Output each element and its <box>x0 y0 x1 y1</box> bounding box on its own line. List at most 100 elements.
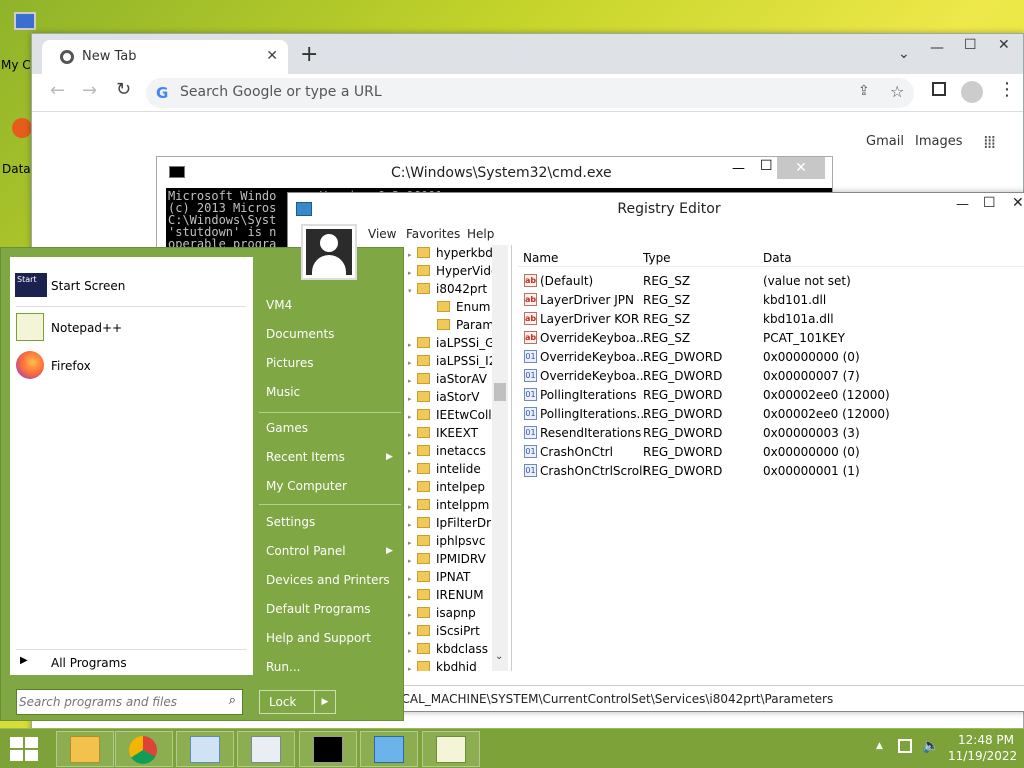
expand-arrow-icon[interactable]: ▸ <box>408 359 417 367</box>
value-row[interactable]: 01 OverrideKeyboa... REG_DWORD 0x00000000 (… <box>518 348 1024 367</box>
tray-expand-icon[interactable]: ▲ <box>876 741 883 751</box>
images-link[interactable]: Images <box>915 134 963 149</box>
tree-item[interactable]: ▸ iphlpsvc <box>408 534 485 552</box>
taskbar-file-explorer[interactable] <box>56 731 114 767</box>
value-row[interactable]: ab (Default) REG_SZ (value not set) <box>518 272 1024 291</box>
expand-arrow-icon[interactable]: ▸ <box>408 449 417 457</box>
maximize-button[interactable]: ☐ <box>760 158 773 174</box>
profile-avatar[interactable] <box>961 81 983 103</box>
expand-arrow-icon[interactable]: ▸ <box>408 575 417 583</box>
start-right-item[interactable]: Music <box>266 385 300 399</box>
close-window-button[interactable]: ✕ <box>1012 195 1024 211</box>
scroll-down-icon[interactable]: ⌄ <box>495 651 503 662</box>
start-right-item[interactable]: Documents <box>266 327 334 341</box>
apps-grid-icon[interactable]: ⁞⁞⁞ <box>983 132 996 153</box>
value-row[interactable]: 01 PollingIterations... REG_DWORD 0x00002ee… <box>518 405 1024 424</box>
start-item-notepadpp[interactable]: Notepad++ <box>10 309 253 347</box>
maximize-button[interactable]: ☐ <box>983 195 996 211</box>
search-input[interactable] <box>19 692 215 712</box>
minimize-button[interactable]: — <box>956 197 969 212</box>
value-row[interactable]: ab LayerDriver KOR REG_SZ kbd101a.dll <box>518 310 1024 329</box>
minimize-button[interactable]: — <box>930 40 944 56</box>
value-row[interactable]: 01 CrashOnCtrlScroll REG_DWORD 0x00000001 (… <box>518 462 1024 481</box>
expand-arrow-icon[interactable]: ▸ <box>408 521 417 529</box>
tree-item[interactable]: ▸ kbdclass <box>408 642 488 660</box>
start-right-item[interactable]: Run... <box>266 660 300 674</box>
expand-arrow-icon[interactable]: ▸ <box>408 539 417 547</box>
expand-arrow-icon[interactable]: ▸ <box>408 395 417 403</box>
start-right-item[interactable]: Control Panel <box>266 544 346 558</box>
start-item-firefox[interactable]: Firefox <box>10 347 253 385</box>
close-window-button[interactable]: ✕ <box>998 37 1010 53</box>
start-button[interactable] <box>10 737 38 761</box>
network-icon[interactable] <box>898 739 912 753</box>
tree-item[interactable]: ▸ intelpep <box>408 480 485 498</box>
expand-arrow-icon[interactable]: ▸ <box>408 629 417 637</box>
share-icon[interactable]: ⇪ <box>858 83 870 99</box>
tree-item[interactable]: ▸ kbdhid <box>408 660 477 671</box>
address-bar[interactable]: G Search Google or type a URL ⇪ ☆ <box>146 78 914 108</box>
start-right-item[interactable]: Pictures <box>266 356 314 370</box>
start-item-start-screen[interactable]: Start Start Screen <box>10 267 253 305</box>
tree-item[interactable]: ▸ intelppm <box>408 498 489 516</box>
reload-button[interactable]: ↻ <box>116 79 131 100</box>
forward-button[interactable]: → <box>82 80 97 101</box>
tree-item[interactable]: ▸ iaStorV <box>408 390 480 408</box>
tree-item[interactable]: ▸ iaLPSSi_I2C <box>408 354 505 372</box>
tree-item[interactable]: ▸ HyperVide <box>408 264 498 282</box>
column-name[interactable]: Name <box>523 251 558 265</box>
start-right-item[interactable]: VM4 <box>266 298 292 312</box>
tree-item[interactable]: ▸ IPNAT <box>408 570 470 588</box>
start-right-item[interactable]: Devices and Printers <box>266 573 390 587</box>
start-right-item[interactable]: Settings <box>266 515 315 529</box>
start-right-item[interactable]: Recent Items <box>266 450 345 464</box>
lock-options-arrow-icon[interactable]: ▶ <box>314 691 335 713</box>
tree-scrollbar[interactable]: ⌄ <box>492 245 508 671</box>
expand-arrow-icon[interactable]: ▸ <box>408 251 417 259</box>
tree-item[interactable]: ▸ iaLPSSi_GP <box>408 336 502 354</box>
lock-button[interactable]: Lock ▶ <box>259 690 336 714</box>
expand-arrow-icon[interactable]: ▸ <box>408 341 417 349</box>
clock[interactable]: 12:48 PM 11/19/2022 <box>948 733 1017 763</box>
tree-item[interactable]: ▸ IPMIDRV <box>408 552 486 570</box>
expand-arrow-icon[interactable]: ▸ <box>408 557 417 565</box>
start-right-item[interactable]: Default Programs <box>266 602 371 616</box>
expand-arrow-icon[interactable]: ▾ <box>408 287 417 295</box>
tree-item[interactable]: Enum <box>428 300 490 318</box>
taskbar-regedit[interactable] <box>360 731 418 767</box>
tree-item[interactable]: ▸ hyperkbd <box>408 246 493 264</box>
expand-arrow-icon[interactable]: ▸ <box>408 647 417 655</box>
tree-item[interactable]: ▸ iScsiPrt <box>408 624 480 642</box>
taskbar-task-manager[interactable] <box>237 731 295 767</box>
expand-arrow-icon[interactable]: ▸ <box>408 611 417 619</box>
all-programs-button[interactable]: ▶ All Programs <box>10 653 253 675</box>
expand-arrow-icon[interactable]: ▸ <box>408 431 417 439</box>
side-panel-icon[interactable] <box>932 82 946 96</box>
tree-item[interactable]: Parame <box>428 318 501 336</box>
tree-item[interactable]: ▸ intelide <box>408 462 481 480</box>
bookmark-star-icon[interactable]: ☆ <box>890 82 904 101</box>
scrollbar-thumb[interactable] <box>494 383 506 401</box>
close-tab-icon[interactable]: ✕ <box>266 48 278 64</box>
menu-help[interactable]: Help <box>467 227 494 241</box>
taskbar-notepadpp[interactable] <box>422 731 480 767</box>
tree-item[interactable]: ▸ IRENUM <box>408 588 484 606</box>
value-row[interactable]: 01 ResendIterations REG_DWORD 0x00000003 (3… <box>518 424 1024 443</box>
value-row[interactable]: ab OverrideKeyboa... REG_SZ PCAT_101KEY <box>518 329 1024 348</box>
tree-item[interactable]: ▸ IEEtwColle <box>408 408 499 426</box>
back-button[interactable]: ← <box>50 80 65 101</box>
menu-favorites[interactable]: Favorites <box>406 227 460 241</box>
expand-arrow-icon[interactable]: ▸ <box>408 269 417 277</box>
desktop-icon-data[interactable]: Data <box>0 112 34 182</box>
value-row[interactable]: 01 OverrideKeyboa... REG_DWORD 0x00000007 (… <box>518 367 1024 386</box>
user-avatar[interactable] <box>301 224 357 280</box>
start-right-item[interactable]: Help and Support <box>266 631 371 645</box>
column-data[interactable]: Data <box>763 251 792 265</box>
tab-new-tab[interactable]: New Tab ✕ <box>42 40 288 74</box>
taskbar-control-panel[interactable] <box>176 731 234 767</box>
maximize-button[interactable]: ☐ <box>964 37 977 53</box>
expand-arrow-icon[interactable]: ▸ <box>408 665 417 671</box>
tree-item[interactable]: ▸ iaStorAV <box>408 372 487 390</box>
search-icon[interactable]: ⌕ <box>229 693 236 708</box>
expand-arrow-icon[interactable]: ▸ <box>408 377 417 385</box>
